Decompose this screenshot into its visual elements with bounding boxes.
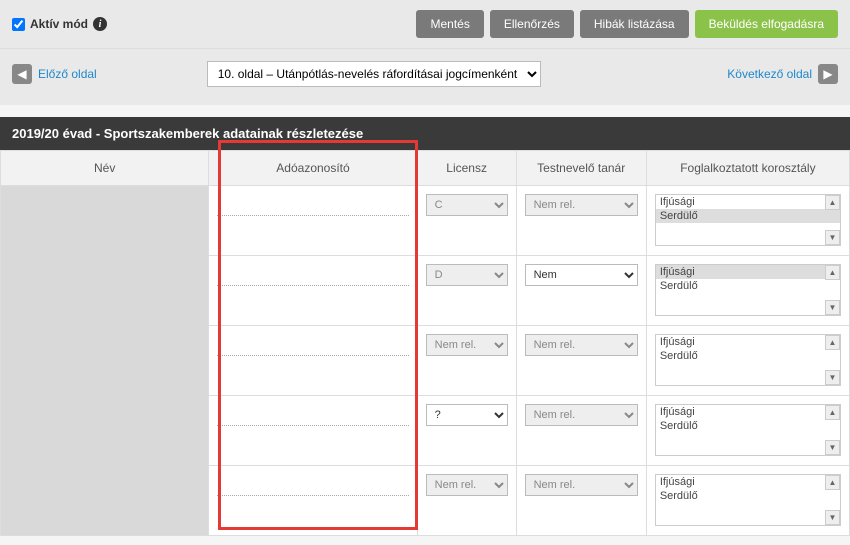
korosztaly-cell: IfjúságiSerdülő▲ ▼ [646,396,849,466]
scroll-up-icon[interactable]: ▲ [825,405,840,420]
col-testnevelo: Testnevelő tanár [516,151,646,186]
ado-input[interactable] [217,404,408,426]
ado-input[interactable] [217,474,408,496]
page-nav: ◀ Előző oldal 10. oldal – Utánpótlás-nev… [0,49,850,105]
listbox-item[interactable]: Ifjúsági [656,475,840,489]
testnevelo-cell: Nem rel. [516,186,646,256]
save-button[interactable]: Mentés [416,10,483,38]
ado-input[interactable] [217,264,408,286]
next-page-link[interactable]: Következő oldal ▶ [727,64,838,84]
ado-cell [209,326,417,396]
listbox-item[interactable]: Ifjúsági [656,265,840,279]
korosztaly-listbox[interactable]: IfjúságiSerdülő▲ ▼ [655,194,841,246]
nev-cell[interactable] [1,186,209,536]
staff-table: Név Adóazonosító Licensz Testnevelő taná… [0,150,850,536]
licensz-select[interactable]: Nem rel. [426,474,508,496]
scroll-up-icon[interactable]: ▲ [825,265,840,280]
licensz-cell: Nem rel. [417,326,516,396]
korosztaly-listbox[interactable]: IfjúságiSerdülő▲ ▼ [655,264,841,316]
ado-cell [209,186,417,256]
testnevelo-select[interactable]: Nem [525,264,638,286]
ado-input[interactable] [217,194,408,216]
scroll-down-icon[interactable]: ▼ [825,510,840,525]
active-mode-toggle[interactable]: Aktív mód i [12,17,107,31]
next-page-label: Következő oldal [727,67,812,81]
korosztaly-cell: IfjúságiSerdülő▲ ▼ [646,326,849,396]
chevron-right-icon: ▶ [818,64,838,84]
korosztaly-cell: IfjúságiSerdülő▲ ▼ [646,466,849,536]
scroll-up-icon[interactable]: ▲ [825,335,840,350]
testnevelo-cell: Nem rel. [516,326,646,396]
listbox-item[interactable]: Ifjúsági [656,195,840,209]
chevron-left-icon: ◀ [12,64,32,84]
listbox-item[interactable]: Serdülő [656,489,840,503]
listbox-item[interactable]: Ifjúsági [656,405,840,419]
toolbar: Aktív mód i Mentés Ellenőrzés Hibák list… [0,0,850,49]
licensz-select[interactable]: ? [426,404,508,426]
listbox-item[interactable]: Serdülő [656,419,840,433]
active-mode-label: Aktív mód [30,17,88,31]
testnevelo-cell: Nem rel. [516,466,646,536]
licensz-cell: ? [417,396,516,466]
korosztaly-listbox[interactable]: IfjúságiSerdülő▲ ▼ [655,334,841,386]
testnevelo-cell: Nem [516,256,646,326]
licensz-cell: Nem rel. [417,466,516,536]
table-row: C Nem rel. IfjúságiSerdülő▲ ▼ [1,186,850,256]
ado-cell [209,256,417,326]
ado-cell [209,396,417,466]
scroll-down-icon[interactable]: ▼ [825,300,840,315]
testnevelo-cell: Nem rel. [516,396,646,466]
licensz-cell: D [417,256,516,326]
scroll-down-icon[interactable]: ▼ [825,230,840,245]
col-foglalkoztatott: Foglalkoztatott korosztály [646,151,849,186]
testnevelo-select[interactable]: Nem rel. [525,474,638,496]
col-nev: Név [1,151,209,186]
licensz-cell: C [417,186,516,256]
listbox-item[interactable]: Serdülő [656,349,840,363]
scroll-up-icon[interactable]: ▲ [825,195,840,210]
testnevelo-select[interactable]: Nem rel. [525,194,638,216]
scroll-down-icon[interactable]: ▼ [825,370,840,385]
testnevelo-select[interactable]: Nem rel. [525,334,638,356]
listbox-item[interactable]: Serdülő [656,279,840,293]
page-select[interactable]: 10. oldal – Utánpótlás-nevelés ráfordítá… [207,61,541,87]
col-ado: Adóazonosító [209,151,417,186]
korosztaly-cell: IfjúságiSerdülő▲ ▼ [646,186,849,256]
ado-cell [209,466,417,536]
testnevelo-select[interactable]: Nem rel. [525,404,638,426]
submit-button[interactable]: Beküldés elfogadásra [695,10,838,38]
korosztaly-listbox[interactable]: IfjúságiSerdülő▲ ▼ [655,474,841,526]
active-mode-checkbox[interactable] [12,18,25,31]
licensz-select[interactable]: C [426,194,508,216]
korosztaly-listbox[interactable]: IfjúságiSerdülő▲ ▼ [655,404,841,456]
listbox-item[interactable]: Ifjúsági [656,335,840,349]
prev-page-label: Előző oldal [38,67,97,81]
info-icon[interactable]: i [93,17,107,31]
col-licensz: Licensz [417,151,516,186]
licensz-select[interactable]: D [426,264,508,286]
errors-button[interactable]: Hibák listázása [580,10,689,38]
prev-page-link[interactable]: ◀ Előző oldal [12,64,97,84]
listbox-item[interactable]: Serdülő [656,209,840,223]
licensz-select[interactable]: Nem rel. [426,334,508,356]
section-header: 2019/20 évad - Sportszakemberek adataina… [0,117,850,150]
ado-input[interactable] [217,334,408,356]
scroll-down-icon[interactable]: ▼ [825,440,840,455]
scroll-up-icon[interactable]: ▲ [825,475,840,490]
korosztaly-cell: IfjúságiSerdülő▲ ▼ [646,256,849,326]
check-button[interactable]: Ellenőrzés [490,10,574,38]
